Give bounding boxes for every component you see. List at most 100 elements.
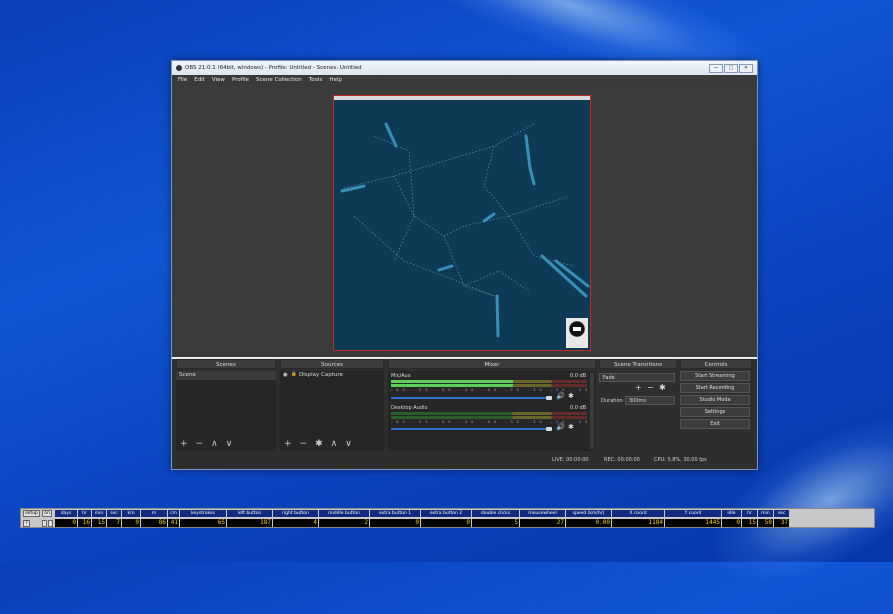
- volume-slider-handle[interactable]: [546, 427, 552, 431]
- mixer-header: Mixer: [388, 359, 596, 369]
- obs-logo-icon: [176, 65, 182, 71]
- settings-button[interactable]: Settings: [680, 407, 750, 417]
- volume-meter: [391, 412, 587, 415]
- scenes-toolbar: + − ∧ ∨: [180, 439, 232, 449]
- mixer-channel-db: 0.0 dB: [570, 373, 587, 379]
- gear-icon[interactable]: ✱: [315, 439, 323, 449]
- source-list-item[interactable]: ◉ 🔒 Display Capture: [280, 371, 384, 380]
- transition-select[interactable]: Fade: [599, 373, 675, 382]
- volume-meter-level: [391, 384, 513, 387]
- lock-icon[interactable]: 🔒: [291, 372, 297, 377]
- stat-header: min: [92, 510, 106, 517]
- stat-header: sec: [774, 510, 789, 517]
- on-button[interactable]: on: [42, 510, 52, 517]
- scenes-header: Scenes: [176, 359, 276, 369]
- remove-icon[interactable]: −: [196, 439, 204, 449]
- mixer-channel-db: 0.0 dB: [570, 405, 587, 411]
- start-streaming-button[interactable]: Start Streaming: [680, 371, 750, 381]
- stat-header: cm: [168, 510, 179, 517]
- stat-value: 4: [273, 519, 318, 527]
- stat-value: 0: [370, 519, 420, 527]
- stat-value: 0: [55, 519, 77, 527]
- stat-header: mousewheel: [520, 510, 565, 517]
- close-button[interactable]: ✕: [739, 64, 753, 73]
- stat-value: 58: [758, 519, 773, 527]
- gear-icon[interactable]: ✱: [568, 392, 574, 400]
- docks-area: Scene + − ∧ ∨ ◉ 🔒 Display Capture + − ✱ …: [172, 369, 757, 451]
- duration-spinbox[interactable]: 300ms: [625, 396, 675, 405]
- speaker-icon[interactable]: 🔊: [556, 423, 565, 431]
- stat-header: right button: [273, 510, 318, 517]
- stat-value: 2: [319, 519, 369, 527]
- menu-tools[interactable]: Tools: [309, 75, 323, 85]
- menu-help[interactable]: Help: [329, 75, 342, 85]
- menu-scene-collection[interactable]: Scene Collection: [256, 75, 302, 85]
- scenes-panel: Scene + − ∧ ∨: [176, 371, 276, 451]
- cpu-status: CPU: 5.8%, 30.00 fps: [654, 457, 707, 463]
- stat-value: 0.00: [566, 519, 611, 527]
- dock-headers: Scenes Sources Mixer Scene Transitions C…: [172, 359, 757, 369]
- mixer-scrollbar[interactable]: [590, 373, 594, 449]
- mixer-panel: Mic/Aux 0.0 dB -60 -55 -50 -45 -40 -35 -…: [388, 371, 661, 451]
- transitions-panel: Fade + − ✱ Duration 300ms: [599, 371, 677, 451]
- speaker-icon[interactable]: 🔊: [556, 392, 565, 400]
- gear-icon[interactable]: ✱: [659, 383, 666, 392]
- move-down-icon[interactable]: ∨: [345, 439, 352, 449]
- minimize-icon[interactable]: [42, 520, 47, 527]
- menu-file[interactable]: File: [178, 75, 187, 85]
- volume-meter: [391, 416, 587, 419]
- input-stats-bar: setup on ? days 0 hr 16 min 15 sec 7 km 0 m 86 cm 41 k…: [20, 508, 875, 528]
- studio-mode-button[interactable]: Studio Mode: [680, 395, 750, 405]
- add-icon[interactable]: +: [180, 439, 188, 449]
- volume-slider[interactable]: [391, 397, 551, 399]
- preview-canvas[interactable]: [333, 95, 591, 351]
- source-name: Display Capture: [299, 372, 343, 378]
- volume-meter-level: [391, 380, 513, 383]
- menu-view[interactable]: View: [212, 75, 225, 85]
- maximize-button[interactable]: □: [724, 64, 738, 73]
- stat-header: extra button 2: [421, 510, 471, 517]
- setup-button[interactable]: setup: [23, 510, 40, 517]
- scene-name: Scene: [179, 372, 196, 378]
- stat-value: 187: [227, 519, 272, 527]
- duration-label: Duration: [601, 398, 623, 404]
- stat-value: 1445: [665, 519, 721, 527]
- stat-value: 1184: [612, 519, 664, 527]
- gear-icon[interactable]: ✱: [568, 423, 574, 431]
- sources-panel: ◉ 🔒 Display Capture + − ✱ ∧ ∨: [280, 371, 384, 451]
- remove-icon[interactable]: −: [300, 439, 308, 449]
- minimize-button[interactable]: —: [709, 64, 723, 73]
- stat-value: 86: [141, 519, 167, 527]
- add-icon[interactable]: +: [284, 439, 292, 449]
- stat-header: idle: [722, 510, 741, 517]
- obs-window: OBS 21.0.1 (64bit, windows) - Profile: U…: [171, 60, 758, 470]
- mixer-channel-name: Desktop Audio: [391, 405, 428, 411]
- stat-header: km: [122, 510, 140, 517]
- volume-slider-handle[interactable]: [546, 396, 552, 400]
- menu-profile[interactable]: Profile: [232, 75, 249, 85]
- stat-value: 0: [722, 519, 741, 527]
- stat-header: keystrokes: [180, 510, 226, 517]
- help-button[interactable]: ?: [23, 520, 30, 527]
- move-down-icon[interactable]: ∨: [226, 439, 233, 449]
- menu-edit[interactable]: Edit: [194, 75, 205, 85]
- scene-list-item[interactable]: Scene: [176, 371, 276, 380]
- volume-slider[interactable]: [391, 428, 551, 430]
- menu-bar: File Edit View Profile Scene Collection …: [172, 75, 757, 85]
- stat-header: middle button: [319, 510, 369, 517]
- eye-icon[interactable]: ◉: [283, 372, 288, 378]
- move-up-icon[interactable]: ∧: [331, 439, 338, 449]
- status-bar: LIVE: 00:00:00 REC: 00:00:00 CPU: 5.8%, …: [172, 451, 757, 469]
- remove-icon[interactable]: −: [647, 383, 654, 392]
- exit-button[interactable]: Exit: [680, 419, 750, 429]
- stat-header: left button: [227, 510, 272, 517]
- stat-value: 0: [122, 519, 140, 527]
- stat-header: Y coord: [665, 510, 721, 517]
- start-recording-button[interactable]: Start Recording: [680, 383, 750, 393]
- close-icon[interactable]: [48, 520, 53, 527]
- move-up-icon[interactable]: ∧: [211, 439, 218, 449]
- title-bar[interactable]: OBS 21.0.1 (64bit, windows) - Profile: U…: [172, 61, 757, 75]
- live-status: LIVE: 00:00:00: [552, 457, 589, 463]
- add-icon[interactable]: +: [635, 383, 642, 392]
- stat-value: 37: [774, 519, 789, 527]
